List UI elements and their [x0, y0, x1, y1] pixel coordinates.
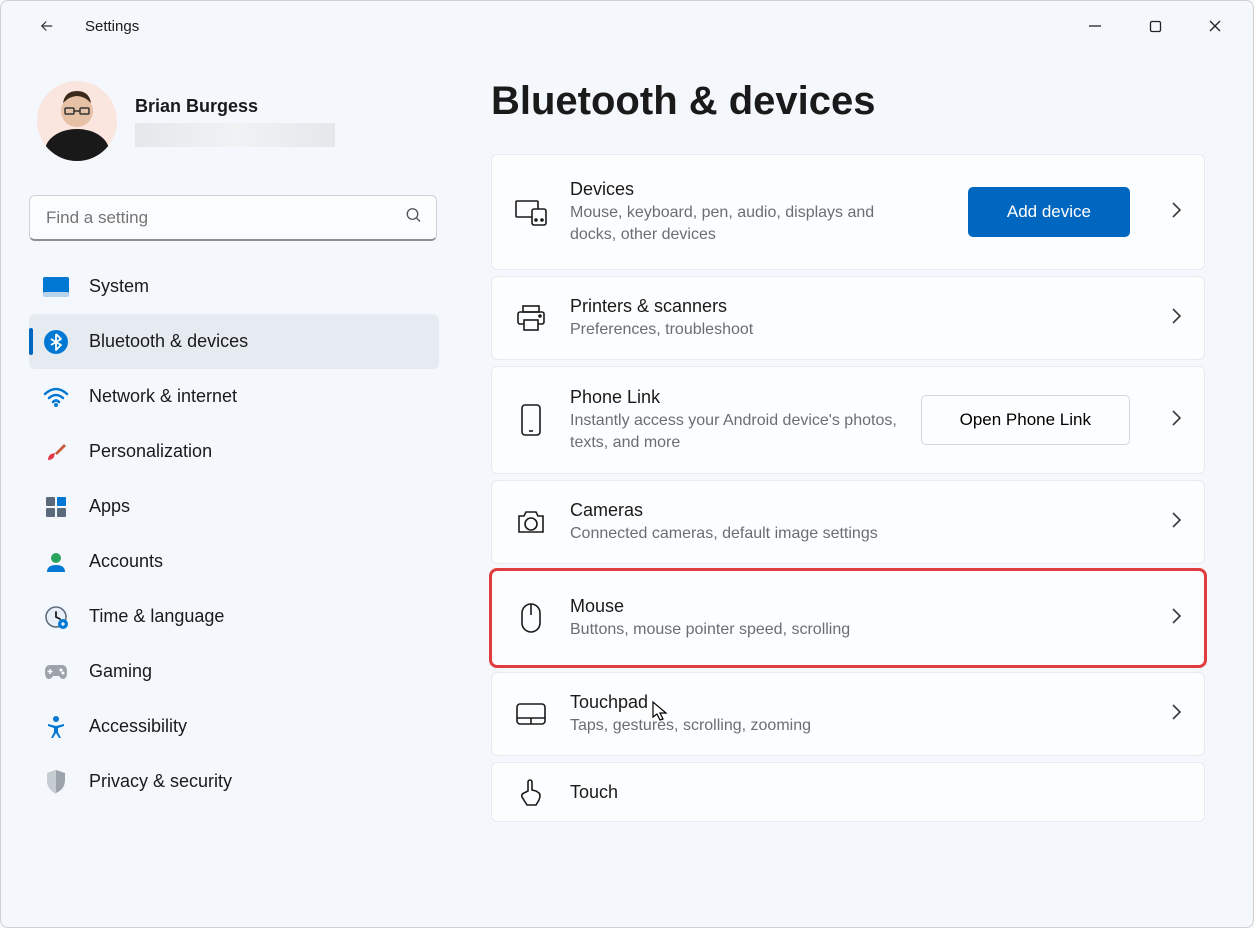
back-button[interactable] [27, 6, 67, 46]
apps-icon [43, 494, 69, 520]
card-sub: Mouse, keyboard, pen, audio, displays an… [570, 202, 910, 245]
nav-label: Bluetooth & devices [89, 331, 248, 352]
nav-bluetooth-devices[interactable]: Bluetooth & devices [29, 314, 439, 369]
nav-privacy[interactable]: Privacy & security [29, 754, 439, 809]
close-button[interactable] [1185, 6, 1245, 46]
nav-time-language[interactable]: Time & language [29, 589, 439, 644]
accounts-icon [43, 549, 69, 575]
nav-label: Time & language [89, 606, 224, 627]
chevron-right-icon [1170, 307, 1182, 330]
gaming-icon [43, 659, 69, 685]
nav-system[interactable]: System [29, 259, 439, 314]
nav-label: System [89, 276, 149, 297]
card-title: Touch [570, 782, 1182, 803]
card-cameras[interactable]: Cameras Connected cameras, default image… [491, 480, 1205, 564]
chevron-right-icon [1170, 511, 1182, 534]
profile-section[interactable]: Brian Burgess [29, 69, 443, 185]
search-wrap [29, 195, 437, 241]
camera-icon [514, 509, 548, 535]
devices-icon [514, 198, 548, 226]
brush-icon [43, 439, 69, 465]
card-title: Cameras [570, 500, 1130, 521]
card-printers[interactable]: Printers & scanners Preferences, trouble… [491, 276, 1205, 360]
chevron-right-icon [1170, 607, 1182, 630]
card-title: Phone Link [570, 387, 899, 408]
accessibility-icon [43, 714, 69, 740]
nav-label: Accessibility [89, 716, 187, 737]
nav-label: Privacy & security [89, 771, 232, 792]
card-touch[interactable]: Touch [491, 762, 1205, 822]
mouse-icon [514, 602, 548, 634]
touch-icon [514, 777, 548, 807]
nav: System Bluetooth & devices Network & int… [29, 259, 443, 809]
page-title: Bluetooth & devices [491, 79, 1205, 124]
nav-label: Accounts [89, 551, 163, 572]
nav-label: Personalization [89, 441, 212, 462]
printer-icon [514, 304, 548, 332]
card-title: Devices [570, 179, 946, 200]
nav-personalization[interactable]: Personalization [29, 424, 439, 479]
chevron-right-icon [1170, 703, 1182, 726]
card-mouse[interactable]: Mouse Buttons, mouse pointer speed, scro… [491, 570, 1205, 666]
titlebar: Settings [1, 1, 1253, 51]
chevron-right-icon [1170, 201, 1182, 224]
card-sub: Taps, gestures, scrolling, zooming [570, 715, 1130, 737]
app-title: Settings [85, 18, 139, 35]
sidebar: Brian Burgess System Bluetooth & devices… [1, 51, 451, 927]
card-sub: Connected cameras, default image setting… [570, 523, 1130, 545]
clock-icon [43, 604, 69, 630]
nav-label: Gaming [89, 661, 152, 682]
minimize-button[interactable] [1065, 6, 1125, 46]
nav-label: Apps [89, 496, 130, 517]
content: Bluetooth & devices Devices Mouse, keybo… [451, 51, 1253, 927]
card-touchpad[interactable]: Touchpad Taps, gestures, scrolling, zoom… [491, 672, 1205, 756]
profile-email-placeholder [135, 123, 335, 147]
open-phone-link-button[interactable]: Open Phone Link [921, 395, 1130, 445]
chevron-right-icon [1170, 409, 1182, 432]
card-devices[interactable]: Devices Mouse, keyboard, pen, audio, dis… [491, 154, 1205, 270]
card-phone-link[interactable]: Phone Link Instantly access your Android… [491, 366, 1205, 474]
avatar [37, 81, 117, 161]
card-sub: Instantly access your Android device's p… [570, 410, 899, 453]
bluetooth-icon [43, 329, 69, 355]
search-input[interactable] [29, 195, 437, 241]
system-icon [43, 274, 69, 300]
card-sub: Buttons, mouse pointer speed, scrolling [570, 619, 1130, 641]
nav-network[interactable]: Network & internet [29, 369, 439, 424]
card-title: Mouse [570, 596, 1130, 617]
nav-apps[interactable]: Apps [29, 479, 439, 534]
card-title: Printers & scanners [570, 296, 1130, 317]
touchpad-icon [514, 702, 548, 726]
wifi-icon [43, 384, 69, 410]
phone-icon [514, 403, 548, 437]
card-title: Touchpad [570, 692, 1130, 713]
card-sub: Preferences, troubleshoot [570, 319, 1130, 341]
nav-label: Network & internet [89, 386, 237, 407]
add-device-button[interactable]: Add device [968, 187, 1130, 237]
nav-accessibility[interactable]: Accessibility [29, 699, 439, 754]
profile-name: Brian Burgess [135, 96, 335, 117]
maximize-button[interactable] [1125, 6, 1185, 46]
search-icon [405, 207, 423, 230]
shield-icon [43, 769, 69, 795]
nav-gaming[interactable]: Gaming [29, 644, 439, 699]
nav-accounts[interactable]: Accounts [29, 534, 439, 589]
